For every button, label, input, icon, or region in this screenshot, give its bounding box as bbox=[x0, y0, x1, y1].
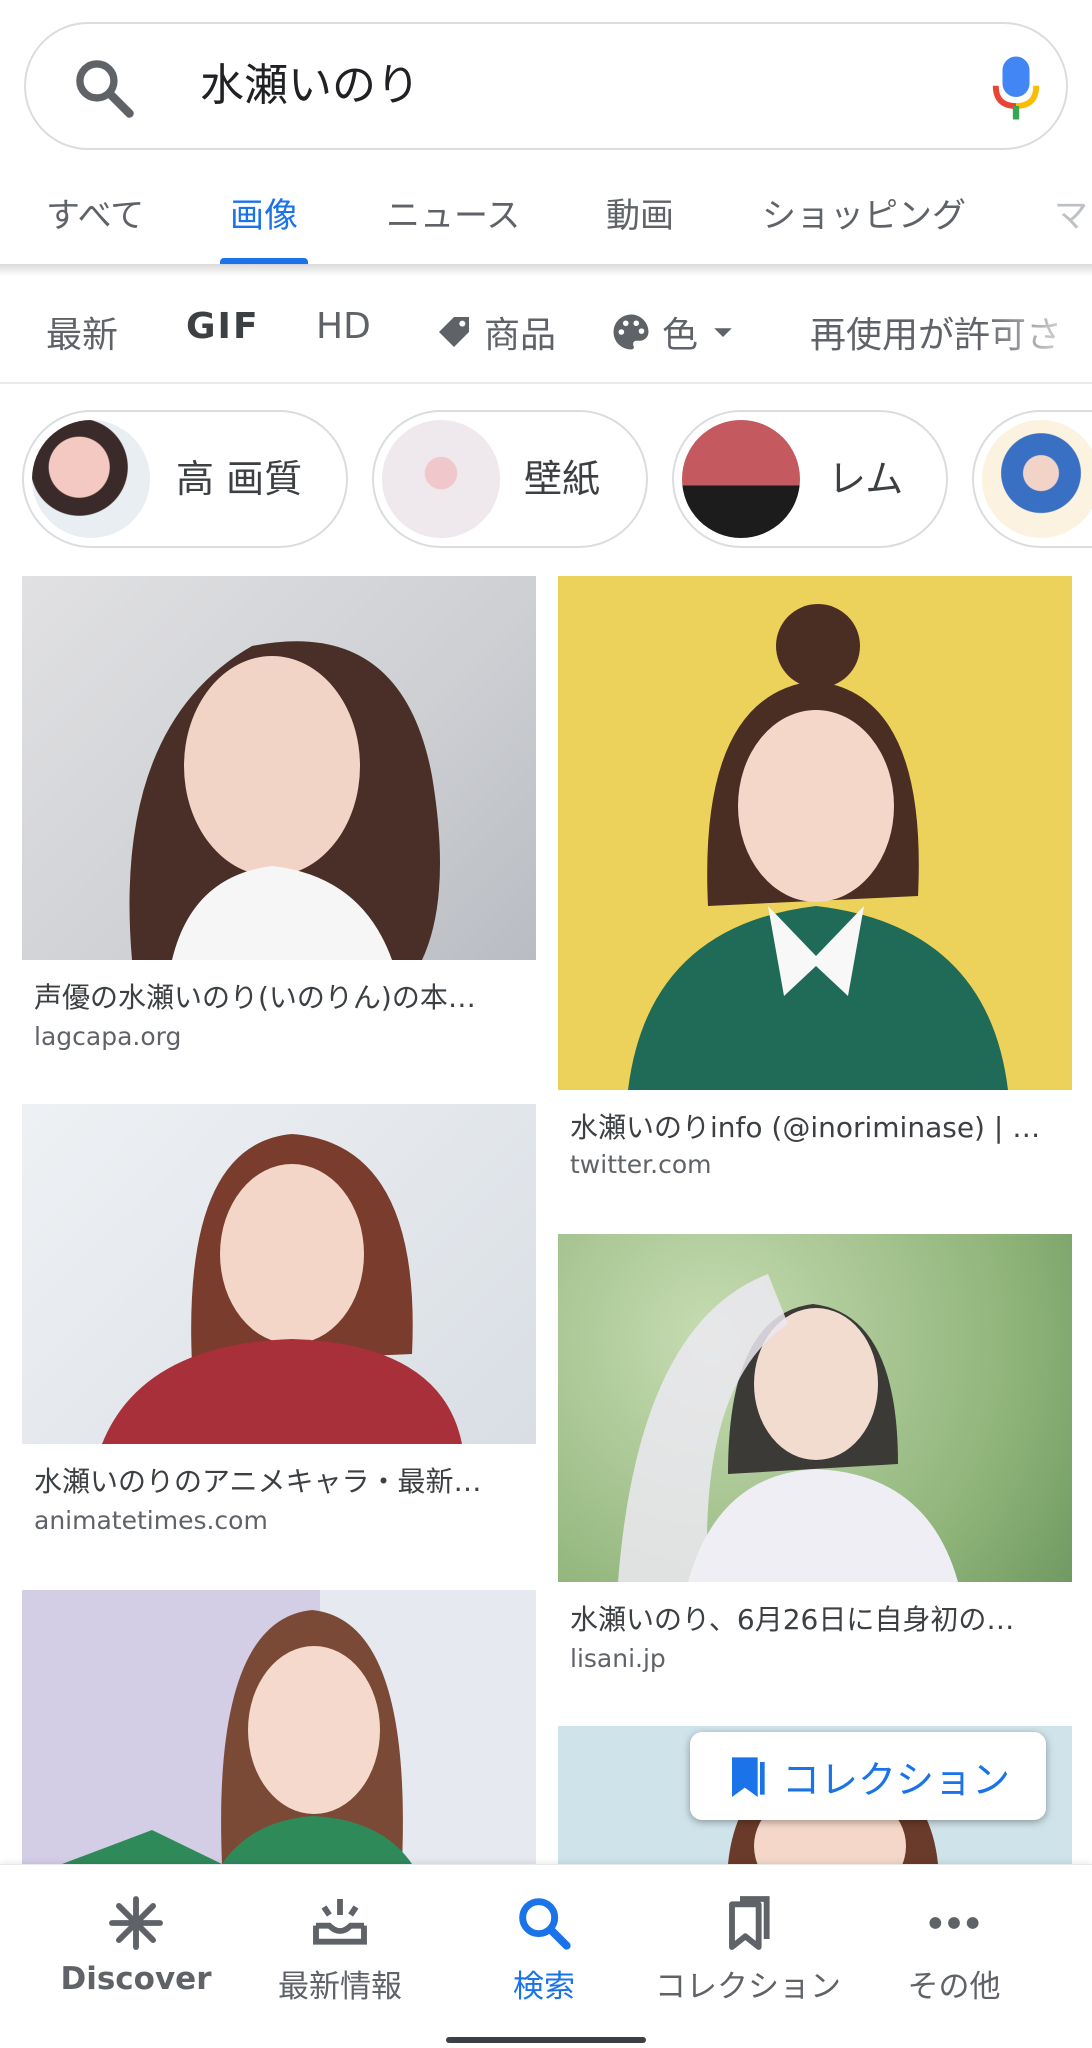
result-image[interactable] bbox=[22, 1590, 536, 1864]
chip-thumbnail bbox=[32, 420, 150, 538]
filter-color-label: 色 bbox=[662, 315, 699, 356]
asterisk-icon bbox=[109, 1896, 163, 1950]
related-chips: 高 画質 壁紙 レム bbox=[0, 404, 1092, 554]
nav-updates-label: 最新情報 bbox=[278, 1969, 402, 2005]
chip-more[interactable] bbox=[972, 410, 1092, 548]
result-source: lagcapa.org bbox=[34, 1022, 182, 1051]
result-title[interactable]: 声優の水瀬いのり(いのりん)の本… bbox=[34, 976, 534, 1016]
result-image[interactable] bbox=[22, 1104, 536, 1444]
home-indicator[interactable] bbox=[446, 2037, 646, 2043]
filter-products-label: 商品 bbox=[484, 315, 557, 356]
result-source: lisani.jp bbox=[570, 1644, 666, 1673]
chip-thumbnail bbox=[982, 420, 1092, 538]
portrait-image bbox=[618, 1274, 958, 1582]
search-icon bbox=[519, 1898, 571, 1950]
filter-products[interactable]: 商品 bbox=[434, 306, 556, 358]
nav-collections[interactable]: コレクション bbox=[646, 1891, 850, 2006]
caret-down-icon bbox=[714, 328, 732, 337]
tab-all[interactable]: すべて bbox=[46, 188, 144, 237]
updates-tray-icon bbox=[313, 1899, 367, 1945]
search-bar[interactable]: 水瀬いのり bbox=[24, 22, 1068, 150]
filter-hd[interactable]: HD bbox=[316, 306, 371, 347]
image-result[interactable]: 水瀬いのりinfo (@inoriminase) | … twitter.com bbox=[558, 576, 1072, 1186]
nav-search-label: 検索 bbox=[513, 1969, 575, 2005]
nav-updates[interactable]: 最新情報 bbox=[238, 1891, 442, 2006]
filter-latest[interactable]: 最新 bbox=[46, 306, 118, 358]
image-result[interactable]: 水瀬いのり、6月26日に自身初の… lisani.jp bbox=[558, 1234, 1072, 1684]
tab-news[interactable]: ニュース bbox=[386, 188, 520, 237]
result-title[interactable]: 水瀬いのりのアニメキャラ・最新… bbox=[34, 1460, 534, 1500]
search-type-tabs: すべて 画像 ニュース 動画 ショッピング マ bbox=[0, 170, 1092, 266]
nav-discover[interactable]: Discover bbox=[34, 1891, 238, 1997]
chip-label: 壁紙 bbox=[524, 457, 601, 501]
result-source: animatetimes.com bbox=[34, 1506, 268, 1535]
bookmark-icon bbox=[732, 1757, 765, 1797]
image-result[interactable]: 声優の水瀬いのり(いのりん)の本… lagcapa.org bbox=[22, 576, 536, 1066]
tag-icon bbox=[439, 317, 469, 347]
result-title[interactable]: 水瀬いのりinfo (@inoriminase) | … bbox=[570, 1106, 1070, 1146]
chip-label: レム bbox=[828, 457, 904, 501]
nav-discover-label: Discover bbox=[60, 1961, 212, 1997]
result-image[interactable] bbox=[558, 1234, 1072, 1582]
nav-more[interactable]: その他 bbox=[852, 1891, 1056, 2006]
tab-shopping[interactable]: ショッピング bbox=[762, 188, 966, 237]
chip-label: 高 画質 bbox=[176, 457, 303, 501]
chip-high-quality[interactable]: 高 画質 bbox=[22, 410, 348, 548]
bottom-navigation: Discover 最新情報 検索 コレクション その他 bbox=[0, 1864, 1092, 2048]
portrait-image bbox=[628, 604, 1008, 1090]
tab-images[interactable]: 画像 bbox=[230, 188, 298, 237]
tab-videos[interactable]: 動画 bbox=[606, 188, 674, 237]
chip-wallpaper[interactable]: 壁紙 bbox=[372, 410, 648, 548]
image-result[interactable] bbox=[22, 1590, 536, 1864]
image-result[interactable]: 水瀬いのりのアニメキャラ・最新… animatetimes.com bbox=[22, 1104, 536, 1552]
more-horizontal-icon bbox=[929, 1917, 979, 1929]
filter-fade bbox=[982, 276, 1092, 382]
filter-bar: 最新 GIF HD 商品 色 再使用が許可さ bbox=[0, 276, 1092, 384]
portrait-image bbox=[129, 641, 440, 960]
microphone-icon[interactable] bbox=[988, 52, 1044, 124]
filter-color[interactable]: 色 bbox=[610, 306, 748, 358]
tab-more[interactable]: マ bbox=[1054, 188, 1088, 237]
result-title[interactable]: 水瀬いのり、6月26日に自身初の… bbox=[570, 1598, 1070, 1638]
nav-search[interactable]: 検索 bbox=[442, 1891, 646, 2006]
result-image[interactable] bbox=[558, 576, 1072, 1090]
palette-icon bbox=[613, 314, 649, 350]
result-image[interactable] bbox=[22, 576, 536, 960]
collection-button-label: コレクション bbox=[782, 1757, 1011, 1802]
result-source: twitter.com bbox=[570, 1150, 712, 1179]
nav-collections-label: コレクション bbox=[655, 1969, 841, 2005]
filter-gif[interactable]: GIF bbox=[186, 306, 260, 347]
bookmark-icon bbox=[729, 1896, 770, 1950]
chip-thumbnail bbox=[682, 420, 800, 538]
search-query[interactable]: 水瀬いのり bbox=[200, 24, 420, 148]
nav-more-label: その他 bbox=[907, 1969, 1001, 2005]
portrait-image bbox=[62, 1610, 412, 1864]
chip-rem[interactable]: レム bbox=[672, 410, 948, 548]
search-icon[interactable] bbox=[70, 54, 138, 122]
collection-button[interactable]: コレクション bbox=[690, 1732, 1046, 1820]
tabs-divider bbox=[0, 264, 1092, 276]
portrait-image bbox=[102, 1134, 462, 1444]
chip-thumbnail bbox=[382, 420, 500, 538]
